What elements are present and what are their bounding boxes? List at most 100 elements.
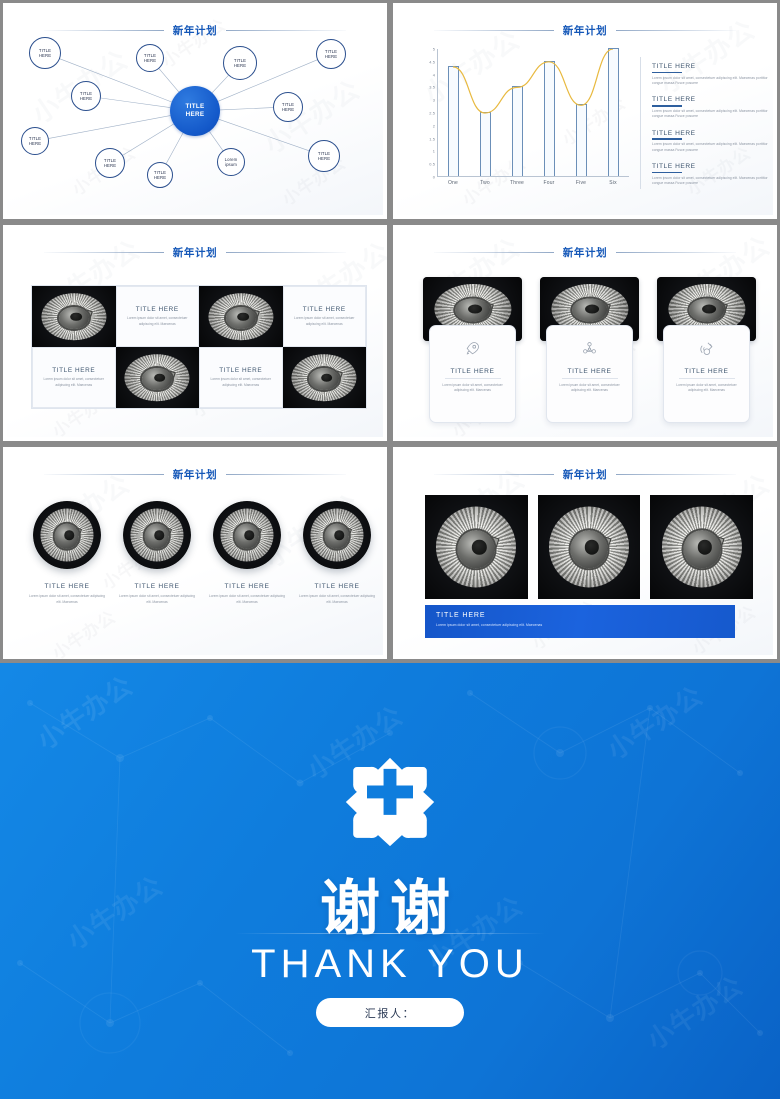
- chart-bar[interactable]: [607, 48, 619, 176]
- blue-caption-bar: TITLE HERE Lorem ipsum dolor sit amet, c…: [425, 605, 735, 638]
- photo-turbine: [282, 347, 366, 408]
- y-tick-label: 3: [432, 97, 435, 103]
- chart-bar[interactable]: [512, 86, 524, 176]
- card-title: TITLE HERE: [684, 368, 729, 375]
- banner-photo: [537, 495, 641, 599]
- card-underline: [561, 378, 618, 379]
- legend-text: Lorem ipsum dolor sit amet, consectetuer…: [652, 109, 768, 119]
- chart-bar[interactable]: [480, 112, 492, 176]
- network-node-8[interactable]: TITLE HERE: [316, 39, 346, 69]
- slide-surface: 小牛办公 小牛办公 小牛办公 小牛办公 小牛办公 新年计划 TITLEHERET…: [7, 7, 383, 215]
- header-rule-right: [226, 252, 347, 253]
- bar-title: TITLE HERE: [436, 612, 486, 619]
- y-tick-label: 1.5: [429, 136, 435, 142]
- legend-item[interactable]: TITLE HERE Lorem ipsum dolor sit amet, co…: [652, 96, 770, 119]
- feature-card[interactable]: TITLE HERE Lorem ipsum dolor sit amet, co…: [657, 277, 756, 427]
- bar-cell: [565, 49, 597, 176]
- grid-text-cell: TITLE HERE Lorem ipsum dolor sit amet, co…: [282, 286, 366, 347]
- slide-header: 新年计划: [397, 467, 773, 482]
- node-label-line2: HERE: [79, 96, 93, 101]
- banner-photo: [650, 495, 754, 599]
- photo-turbine: [199, 286, 283, 347]
- network-node-2[interactable]: TITLE HERE: [71, 81, 101, 111]
- network-hub-node[interactable]: TITLE HERE: [170, 86, 220, 136]
- circle-title: TITLE HERE: [224, 583, 270, 590]
- circle-item[interactable]: TITLE HERE Lorem ipsum dolor sit amet, co…: [27, 501, 107, 605]
- cell-text: Lorem ipsum dolor sit amet, consectetuer…: [294, 316, 355, 326]
- photo-turbine: [123, 501, 191, 569]
- legend-title: TITLE HERE: [652, 96, 696, 104]
- slide-circles[interactable]: 小牛办公 小牛办公 小牛办公 小牛办公 新年计划 TITLE HERELorem…: [3, 447, 387, 659]
- card-underline: [444, 378, 501, 379]
- circle-item[interactable]: TITLE HERE Lorem ipsum dolor sit amet, co…: [117, 501, 197, 605]
- feature-card[interactable]: TITLE HERE Lorem ipsum dolor sit amet, co…: [423, 277, 522, 427]
- grid-text-cell: TITLE HERE Lorem ipsum dolor sit amet, co…: [199, 347, 283, 408]
- feature-card[interactable]: TITLE HERE Lorem ipsum dolor sit amet, co…: [540, 277, 639, 427]
- node-label-line2: HERE: [233, 63, 247, 68]
- legend-item[interactable]: TITLE HERE Lorem ipsum dolor sit amet, co…: [652, 163, 770, 186]
- card-text: Lorem ipsum dolor sit amet, consectetuer…: [676, 382, 737, 393]
- chart-x-axis: One Two Three Four Five Six: [437, 180, 629, 186]
- thanks-heading-en: THANK YOU: [251, 942, 529, 986]
- network-node-6[interactable]: TITLE HERE: [136, 44, 164, 72]
- legend-text: Lorem ipsum dolor sit amet, consectetuer…: [652, 75, 768, 85]
- slide-network[interactable]: 小牛办公 小牛办公 小牛办公 小牛办公 小牛办公 新年计划 TITLEHERET…: [3, 3, 387, 219]
- slide-thank-you[interactable]: 小牛办公 小牛办公 小牛办公 小牛办公 小牛办公 小牛办公 谢谢 THANK Y…: [0, 663, 780, 1099]
- network-node-1[interactable]: TITLE HERE: [29, 37, 61, 69]
- chart-bar[interactable]: [543, 60, 555, 176]
- photo-turbine: [213, 501, 281, 569]
- circle-item[interactable]: TITLE HERE Lorem ipsum dolor sit amet, co…: [207, 501, 287, 605]
- molecule-icon: [581, 340, 598, 357]
- network-node-4[interactable]: TITLE HERE: [95, 148, 125, 178]
- network-node-7[interactable]: TITLE HERE: [223, 46, 257, 80]
- presenter-field[interactable]: 汇报人：: [316, 998, 464, 1027]
- network-node-11[interactable]: Lorem ipsum: [217, 148, 245, 176]
- photo-vignette: [650, 495, 754, 599]
- legend-underline: [652, 71, 682, 74]
- network-diagram: TITLE HERE TITLE HERE TITLE HERE TITLE HERE TITL…: [7, 7, 383, 215]
- node-label-line2: HERE: [38, 53, 52, 58]
- legend-underline: [652, 171, 682, 174]
- slide-chart[interactable]: 小牛办公 小牛办公 小牛办公 小牛办公 小牛办公 新年计划 0 0.5 1 1.5 2 2…: [393, 3, 777, 219]
- circle-title: TITLE HERE: [314, 583, 360, 590]
- network-node-9[interactable]: TITLE HERE: [273, 92, 303, 122]
- slide-image-grid[interactable]: 小牛办公 小牛办公 小牛办公 小牛办公 新年计划 TITLE HERELorem…: [3, 225, 387, 441]
- network-node-5[interactable]: TITLE HERE: [147, 162, 173, 188]
- y-tick-label: 4: [432, 72, 435, 78]
- header-rule-left: [433, 252, 554, 253]
- chart-divider: [640, 57, 641, 189]
- legend-underline: [652, 138, 682, 140]
- page-title: 新年计划: [172, 247, 218, 259]
- photo-vignette: [115, 347, 199, 408]
- photo-turbine: [33, 501, 101, 569]
- header-rule-right: [616, 474, 737, 475]
- page-title: 新年计划: [562, 247, 608, 259]
- chart-y-axis: 0 0.5 1 1.5 2 2.5 3 3.5 4 4.5 5: [419, 47, 435, 180]
- slide-photo-banner[interactable]: 小牛办公 小牛办公 小牛办公 小牛办公 新年计划 TITLE HERE Lore…: [393, 447, 777, 659]
- network-node-3[interactable]: TITLE HERE: [21, 127, 49, 155]
- grid-photo-cell: [199, 286, 283, 347]
- deck-page: 小牛办公 小牛办公 小牛办公 小牛办公 小牛办公 新年计划 TITLEHERET…: [0, 0, 780, 1099]
- slide-cards[interactable]: 小牛办公 小牛办公 小牛办公 小牛办公 小牛办公 新年计划 TITLE HERE…: [393, 225, 777, 441]
- legend-item[interactable]: TITLE HERE Lorem ipsum dolor sit amet, co…: [652, 63, 770, 86]
- legend-text: Lorem ipsum dolor sit amet, consectetuer…: [652, 175, 768, 186]
- rocket-icon: [464, 340, 481, 357]
- network-node-10[interactable]: TITLE HERE: [308, 140, 340, 172]
- legend-item[interactable]: TITLE HERE Lorem ipsum dolor sit amet, co…: [652, 130, 770, 153]
- header-rule-right: [226, 474, 347, 475]
- cell-text: Lorem ipsum dolor sit amet, consectetuer…: [127, 316, 188, 326]
- chart-bar[interactable]: [575, 104, 587, 176]
- circle-text: Lorem ipsum dolor sit amet, consectetuer…: [208, 594, 286, 604]
- photo-vignette: [33, 501, 101, 569]
- bar-cell: [438, 49, 470, 176]
- photo-turbine: [537, 495, 641, 599]
- photo-vignette: [425, 495, 528, 599]
- cell-title: TITLE HERE: [135, 306, 179, 314]
- node-label-line2: HERE: [324, 54, 338, 59]
- circle-item[interactable]: TITLE HERE Lorem ipsum dolor sit amet, co…: [297, 501, 377, 605]
- grid-text-cell: TITLE HERE Lorem ipsum dolor sit amet, co…: [115, 286, 199, 347]
- cell-text: Lorem ipsum dolor sit amet, consectetuer…: [43, 377, 104, 387]
- slide-header: 新年计划: [7, 467, 383, 482]
- chart-bar[interactable]: [448, 65, 460, 176]
- x-tick-label: One: [447, 180, 459, 186]
